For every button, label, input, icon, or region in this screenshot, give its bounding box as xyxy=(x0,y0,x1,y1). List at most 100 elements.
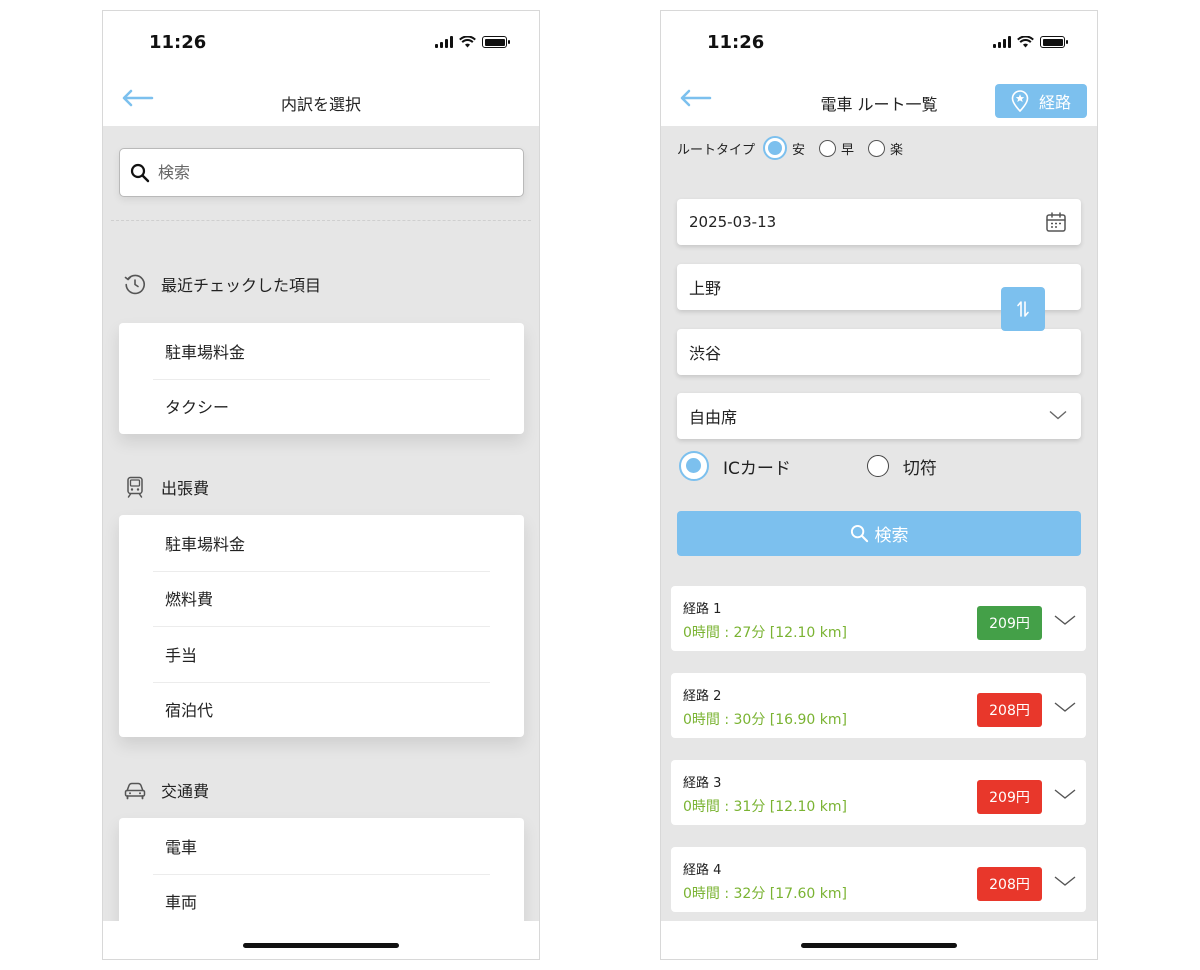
route-type-label: ルートタイプ xyxy=(677,142,756,158)
option-label: 切符 xyxy=(902,458,937,479)
price-badge: 208円 xyxy=(977,693,1042,727)
search-button-label: 検索 xyxy=(874,526,909,546)
wifi-icon xyxy=(1017,36,1034,48)
radio-unselected[interactable] xyxy=(819,139,837,157)
wifi-icon xyxy=(459,36,476,48)
status-icons xyxy=(435,36,510,48)
route-result-card[interactable]: 経路 4 0時間 : 32分 [17.60 km] 208円 xyxy=(671,847,1086,912)
nav-bar: 電車 ルート一覧 経路 xyxy=(661,71,1097,126)
home-indicator-area xyxy=(103,921,539,959)
date-value: 2025-03-13 xyxy=(689,213,777,231)
ticket-type-ic-card[interactable]: ICカード xyxy=(679,451,791,481)
phone-select-category: 11:26 内訳を選択 検索 最近チェックした項目 駐車場料金 タクシー 出張費… xyxy=(102,10,540,960)
option-label: 楽 xyxy=(890,142,904,158)
price-badge: 208円 xyxy=(977,867,1042,901)
route-result-card[interactable]: 経路 2 0時間 : 30分 [16.90 km] 208円 xyxy=(671,673,1086,738)
option-label: ICカード xyxy=(723,458,791,479)
phone-train-routes: 11:26 電車 ルート一覧 経路 ルートタイプ 安 早 楽 2025-03-1… xyxy=(660,10,1098,960)
status-time: 11:26 xyxy=(707,32,765,53)
business-trip-items-list: 駐車場料金 燃料費 手当 宿泊代 xyxy=(119,515,524,737)
status-icons xyxy=(993,36,1068,48)
section-business-trip-heading: 出張費 xyxy=(123,475,209,499)
home-indicator[interactable] xyxy=(801,943,957,948)
ticket-type-selector: ICカード 切符 xyxy=(679,451,937,481)
seat-type-select[interactable]: 自由席 xyxy=(677,393,1081,439)
to-station-value: 渋谷 xyxy=(689,344,722,363)
route-duration-distance: 0時間 : 32分 [17.60 km] xyxy=(683,886,847,902)
route-type-selector: ルートタイプ 安 早 楽 xyxy=(677,136,903,160)
nav-bar: 内訳を選択 xyxy=(103,71,539,126)
route-type-option-easy[interactable]: 楽 xyxy=(868,139,903,158)
search-icon xyxy=(850,524,868,543)
chevron-down-icon[interactable] xyxy=(1054,701,1076,713)
price-badge: 209円 xyxy=(977,780,1042,814)
route-type-option-fast[interactable]: 早 xyxy=(819,139,854,158)
search-box[interactable] xyxy=(119,148,524,197)
chevron-down-icon xyxy=(1049,410,1067,420)
route-search-area: ルートタイプ 安 早 楽 2025-03-13 上野 渋谷 自由席 ICカード … xyxy=(661,126,1097,921)
route-result-card[interactable]: 経路 3 0時間 : 31分 [12.10 km] 209円 xyxy=(671,760,1086,825)
car-icon xyxy=(124,782,146,800)
map-pin-star-icon xyxy=(1011,90,1029,112)
section-title: 最近チェックした項目 xyxy=(161,276,322,295)
radio-selected[interactable] xyxy=(679,451,709,481)
route-result-card[interactable]: 経路 1 0時間 : 27分 [12.10 km] 209円 xyxy=(671,586,1086,651)
list-item[interactable]: 駐車場料金 xyxy=(119,515,524,571)
status-time: 11:26 xyxy=(149,32,207,53)
divider xyxy=(111,220,531,221)
battery-icon xyxy=(482,36,510,48)
chevron-down-icon[interactable] xyxy=(1054,875,1076,887)
swap-stations-button[interactable] xyxy=(1001,287,1045,331)
from-station-value: 上野 xyxy=(689,279,722,298)
section-recent-heading: 最近チェックした項目 xyxy=(123,272,321,296)
section-title: 出張費 xyxy=(161,479,210,498)
to-station-field[interactable]: 渋谷 xyxy=(677,329,1081,375)
route-type-option-cheap[interactable]: 安 xyxy=(763,136,805,160)
ticket-type-paper-ticket[interactable]: 切符 xyxy=(866,454,937,479)
radio-unselected[interactable] xyxy=(868,139,886,157)
chevron-down-icon[interactable] xyxy=(1054,788,1076,800)
route-button-label: 経路 xyxy=(1038,93,1071,112)
home-indicator-area xyxy=(661,921,1097,959)
list-item[interactable]: 電車 xyxy=(119,818,524,874)
route-name: 経路 1 xyxy=(683,602,722,617)
transport-items-list: 電車 車両 xyxy=(119,818,524,921)
search-icon xyxy=(130,163,150,182)
chevron-down-icon[interactable] xyxy=(1054,614,1076,626)
category-list-area: 最近チェックした項目 駐車場料金 タクシー 出張費 駐車場料金 燃料費 手当 宿… xyxy=(103,126,539,921)
calendar-icon[interactable] xyxy=(1045,211,1067,233)
page-title: 内訳を選択 xyxy=(280,95,361,114)
cellular-signal-icon xyxy=(993,36,1011,48)
list-item[interactable]: 宿泊代 xyxy=(119,681,524,738)
section-transport-heading: 交通費 xyxy=(123,778,209,802)
seat-type-value: 自由席 xyxy=(689,408,738,427)
route-duration-distance: 0時間 : 27分 [12.10 km] xyxy=(683,625,847,641)
route-duration-distance: 0時間 : 31分 [12.10 km] xyxy=(683,799,847,815)
list-item[interactable]: 車両 xyxy=(119,873,524,922)
list-item[interactable]: 手当 xyxy=(119,626,524,682)
price-badge: 209円 xyxy=(977,606,1042,640)
route-duration-distance: 0時間 : 30分 [16.90 km] xyxy=(683,712,847,728)
home-indicator[interactable] xyxy=(243,943,399,948)
search-input[interactable] xyxy=(158,163,488,182)
search-button[interactable]: 検索 xyxy=(677,511,1081,556)
route-map-button[interactable]: 経路 xyxy=(995,84,1087,118)
route-name: 経路 3 xyxy=(683,776,722,791)
status-bar: 11:26 xyxy=(661,11,1097,71)
recent-items-list: 駐車場料金 タクシー xyxy=(119,323,524,434)
radio-selected[interactable] xyxy=(763,136,788,160)
list-item[interactable]: 燃料費 xyxy=(119,570,524,627)
status-bar: 11:26 xyxy=(103,11,539,71)
section-title: 交通費 xyxy=(161,782,210,801)
option-label: 安 xyxy=(792,142,806,158)
date-field[interactable]: 2025-03-13 xyxy=(677,199,1081,245)
list-item[interactable]: タクシー xyxy=(119,378,524,435)
list-item[interactable]: 駐車場料金 xyxy=(119,323,524,379)
train-icon xyxy=(127,476,143,498)
route-name: 経路 2 xyxy=(683,689,722,704)
swap-vertical-icon xyxy=(1017,301,1029,317)
cellular-signal-icon xyxy=(435,36,453,48)
option-label: 早 xyxy=(841,142,855,158)
battery-icon xyxy=(1040,36,1068,48)
radio-unselected[interactable] xyxy=(866,455,889,477)
